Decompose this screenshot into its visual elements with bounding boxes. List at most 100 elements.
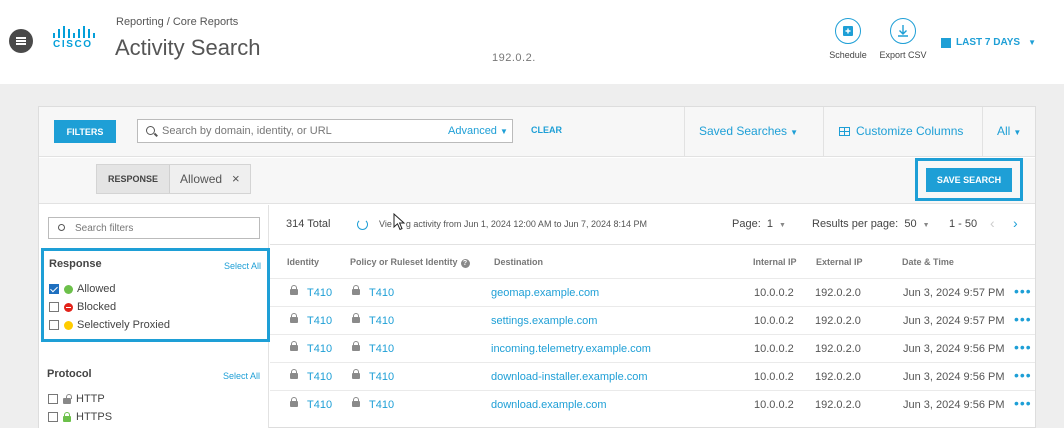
internal-ip: 10.0.0.2 — [754, 287, 794, 299]
results-header: 314 Total Vie g activity from Jun 1, 2024… — [270, 205, 1035, 245]
rpp-value: 50 — [904, 218, 917, 230]
date-time: Jun 3, 2024 9:56 PM — [903, 343, 1005, 355]
save-search-button[interactable]: SAVE SEARCH — [926, 168, 1012, 192]
lock-icon — [352, 369, 360, 379]
center-ip-label: 192.0.2. — [492, 52, 536, 64]
identity-link[interactable]: T410 — [307, 399, 332, 411]
results-per-page-selector[interactable]: Results per page: 50 ▼ — [812, 218, 930, 230]
help-icon[interactable]: ? — [460, 259, 470, 268]
active-filters-bar: RESPONSE Allowed × SAVE SEARCH — [39, 158, 1035, 204]
more-options-icon[interactable]: ••• — [1014, 367, 1032, 383]
schedule-label: Schedule — [829, 50, 867, 60]
close-icon[interactable]: × — [232, 171, 240, 186]
results-area: 314 Total Vie g activity from Jun 1, 2024… — [270, 205, 1035, 428]
search-box[interactable]: Advanced▼ — [137, 119, 513, 143]
http-checkbox[interactable] — [48, 394, 58, 404]
next-page-icon[interactable]: › — [1013, 215, 1018, 231]
identity-link[interactable]: T410 — [307, 371, 332, 383]
col-header-destination[interactable]: Destination — [494, 257, 543, 267]
allowed-checkbox[interactable] — [49, 284, 59, 294]
lock-icon — [352, 313, 360, 323]
proxied-checkbox[interactable] — [49, 320, 59, 330]
more-options-icon[interactable]: ••• — [1014, 311, 1032, 327]
destination-link[interactable]: geomap.example.com — [491, 287, 599, 299]
hamburger-menu-icon[interactable] — [9, 29, 33, 53]
proxied-label: Selectively Proxied — [77, 319, 170, 331]
caret-down-icon: ▼ — [922, 222, 930, 229]
all-label: All — [997, 124, 1011, 138]
policy-link[interactable]: T410 — [369, 287, 394, 299]
lock-icon — [290, 313, 298, 323]
col-header-datetime[interactable]: Date & Time — [902, 257, 954, 267]
previous-page-icon[interactable]: ‹ — [990, 215, 995, 231]
external-ip: 192.0.2.0 — [815, 371, 861, 383]
filter-search-placeholder: Search filters — [75, 223, 134, 234]
table-row[interactable]: T410 T410 download-installer.example.com… — [270, 362, 1035, 390]
caret-down-icon: ▼ — [779, 222, 786, 229]
external-ip: 192.0.2.0 — [815, 343, 861, 355]
logo-text: CISCO — [53, 39, 93, 50]
chevron-down-icon: ▼ — [1028, 38, 1037, 47]
search-icon — [58, 224, 65, 231]
search-input[interactable] — [162, 123, 442, 139]
policy-link[interactable]: T410 — [369, 399, 394, 411]
policy-link[interactable]: T410 — [369, 343, 394, 355]
filter-search-input[interactable]: Search filters — [48, 217, 260, 239]
more-options-icon[interactable]: ••• — [1014, 395, 1032, 411]
policy-link[interactable]: T410 — [369, 371, 394, 383]
export-csv-button[interactable]: Export CSV — [877, 18, 929, 60]
more-options-icon[interactable]: ••• — [1014, 339, 1032, 355]
external-ip: 192.0.2.0 — [815, 399, 861, 411]
saved-searches-dropdown[interactable]: Saved Searches ▼ — [699, 124, 798, 138]
destination-link[interactable]: incoming.telemetry.example.com — [491, 343, 651, 355]
response-option-blocked[interactable]: Blocked — [49, 301, 116, 313]
export-csv-label: Export CSV — [879, 50, 927, 60]
caret-down-icon: ▼ — [499, 127, 508, 136]
customize-columns-button[interactable]: Customize Columns — [839, 124, 963, 138]
internal-ip: 10.0.0.2 — [754, 343, 794, 355]
identity-link[interactable]: T410 — [307, 343, 332, 355]
page-selector[interactable]: Page: 1 ▼ — [732, 218, 786, 230]
more-options-icon[interactable]: ••• — [1014, 283, 1032, 299]
destination-link[interactable]: settings.example.com — [491, 315, 597, 327]
breadcrumb[interactable]: Reporting / Core Reports — [116, 16, 238, 28]
col-header-identity[interactable]: Identity — [287, 257, 319, 267]
all-dropdown[interactable]: All ▼ — [997, 124, 1021, 138]
clear-button[interactable]: CLEAR — [531, 125, 562, 135]
destination-link[interactable]: download-installer.example.com — [491, 371, 648, 383]
policy-link[interactable]: T410 — [369, 315, 394, 327]
table-row[interactable]: T410 T410 incoming.telemetry.example.com… — [270, 334, 1035, 362]
columns-grid-icon — [839, 126, 850, 136]
response-option-allowed[interactable]: Allowed — [49, 283, 116, 295]
advanced-label: Advanced — [448, 125, 497, 137]
date-time: Jun 3, 2024 9:56 PM — [903, 399, 1005, 411]
refresh-icon[interactable] — [357, 219, 368, 230]
protocol-option-https[interactable]: HTTPS — [48, 411, 112, 423]
identity-link[interactable]: T410 — [307, 315, 332, 327]
search-icon — [146, 126, 155, 135]
search-toolbar: FILTERS Advanced▼ CLEAR Saved Searches▼ … — [39, 107, 1035, 157]
total-count: 314 Total — [286, 218, 331, 230]
date-range-dropdown[interactable]: LAST 7 DAYS ▼ — [941, 37, 1036, 48]
date-time: Jun 3, 2024 9:57 PM — [903, 287, 1005, 299]
response-option-proxied[interactable]: Selectively Proxied — [49, 319, 170, 331]
destination-link[interactable]: download.example.com — [491, 399, 607, 411]
schedule-button[interactable]: Schedule — [828, 18, 868, 60]
table-row[interactable]: T410 T410 geomap.example.com 10.0.0.2 19… — [270, 278, 1035, 306]
response-select-all-link[interactable]: Select All — [224, 261, 261, 271]
blocked-checkbox[interactable] — [49, 302, 59, 312]
filters-button[interactable]: FILTERS — [54, 120, 116, 143]
page-label: Page: — [732, 218, 761, 230]
col-header-internal-ip[interactable]: Internal IP — [753, 257, 797, 267]
col-header-external-ip[interactable]: External IP — [816, 257, 863, 267]
protocol-select-all-link[interactable]: Select All — [223, 371, 260, 381]
col-header-policy[interactable]: Policy or Ruleset Identity? — [350, 257, 470, 268]
https-checkbox[interactable] — [48, 412, 58, 422]
protocol-option-http[interactable]: HTTP — [48, 393, 105, 405]
allowed-label: Allowed — [77, 283, 116, 295]
table-row[interactable]: T410 T410 download.example.com 10.0.0.2 … — [270, 390, 1035, 418]
identity-link[interactable]: T410 — [307, 287, 332, 299]
advanced-dropdown[interactable]: Advanced ▼ — [448, 125, 508, 137]
table-row[interactable]: T410 T410 settings.example.com 10.0.0.2 … — [270, 306, 1035, 334]
viewing-text-b: g activity from Jun 1, 2024 12:00 AM to … — [405, 219, 648, 229]
